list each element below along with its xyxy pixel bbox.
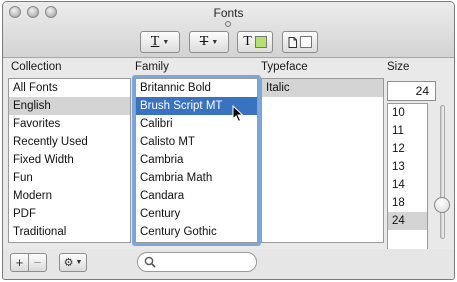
size-item[interactable]: 14: [388, 176, 427, 194]
chevron-down-icon: ▼: [211, 38, 219, 46]
collection-item[interactable]: Traditional: [9, 223, 130, 241]
family-item[interactable]: Candara: [136, 187, 257, 205]
size-item[interactable]: 12: [388, 140, 427, 158]
size-slider-knob[interactable]: [434, 197, 450, 213]
size-item[interactable]: 18: [388, 194, 427, 212]
gear-icon: ⚙: [63, 257, 74, 269]
size-input[interactable]: 24: [387, 81, 436, 101]
family-item[interactable]: Century: [136, 205, 257, 223]
collection-item[interactable]: Fixed Width: [9, 151, 130, 169]
title-bar: Fonts T ▼ T ▼ T: [3, 2, 454, 58]
mouse-pointer-icon: [232, 105, 244, 123]
text-color-button[interactable]: T: [237, 31, 273, 53]
collection-item[interactable]: Fun: [9, 169, 130, 187]
strikethrough-button[interactable]: T ▼: [189, 31, 229, 53]
document-icon: [288, 36, 297, 48]
chevron-down-icon: ▼: [162, 38, 170, 46]
chevron-down-icon: ▼: [75, 259, 83, 266]
action-menu-button[interactable]: ⚙ ▼: [59, 253, 87, 272]
search-icon: [144, 256, 156, 268]
family-item[interactable]: Calisto MT: [136, 133, 257, 151]
size-item[interactable]: 13: [388, 158, 427, 176]
collection-item[interactable]: PDF: [9, 205, 130, 223]
typeface-header: Typeface: [261, 61, 308, 73]
typeface-list[interactable]: Italic: [261, 78, 384, 243]
collection-header: Collection: [11, 61, 62, 73]
family-item[interactable]: Cambria Math: [136, 169, 257, 187]
collection-item[interactable]: All Fonts: [9, 79, 130, 97]
collection-list[interactable]: All Fonts English Favorites Recently Used Fi…: [8, 78, 131, 243]
typeface-item[interactable]: Italic: [262, 79, 383, 97]
toolbar-toggle-icon[interactable]: [225, 21, 231, 27]
collection-item[interactable]: Recently Used: [9, 133, 130, 151]
plus-icon: +: [15, 255, 24, 270]
document-color-button[interactable]: [282, 31, 318, 53]
collection-item[interactable]: Modern: [9, 187, 130, 205]
text-color-icon: T: [243, 34, 252, 49]
fonts-window: Fonts T ▼ T ▼ T Collection Family Typefa…: [2, 1, 455, 280]
family-list[interactable]: Britannic Bold Brush Script MT Calibri Cali…: [135, 78, 258, 243]
search-field[interactable]: [137, 252, 257, 272]
underline-button[interactable]: T ▼: [140, 31, 180, 53]
size-header: Size: [387, 61, 410, 73]
document-color-swatch: [300, 36, 312, 48]
size-item[interactable]: 10: [388, 104, 427, 122]
strikethrough-icon: T: [199, 34, 209, 49]
size-item[interactable]: 11: [388, 122, 427, 140]
text-color-swatch: [254, 36, 267, 48]
family-item[interactable]: Britannic Bold: [136, 79, 257, 97]
remove-collection-button[interactable]: −: [28, 253, 47, 272]
family-item[interactable]: Cambria: [136, 151, 257, 169]
size-list[interactable]: 10 11 12 13 14 18 24: [387, 103, 428, 268]
size-item[interactable]: 24: [388, 212, 427, 230]
window-title: Fonts: [213, 6, 244, 20]
underline-icon: T: [150, 34, 160, 49]
collection-item[interactable]: English: [9, 97, 130, 115]
bottom-bar: + − ⚙ ▼: [3, 249, 454, 279]
minus-icon: −: [33, 255, 42, 270]
add-collection-button[interactable]: +: [10, 253, 29, 272]
collection-item[interactable]: Favorites: [9, 115, 130, 133]
family-header: Family: [135, 61, 169, 73]
size-slider-track[interactable]: [440, 105, 445, 239]
family-item[interactable]: Century Gothic: [136, 223, 257, 241]
